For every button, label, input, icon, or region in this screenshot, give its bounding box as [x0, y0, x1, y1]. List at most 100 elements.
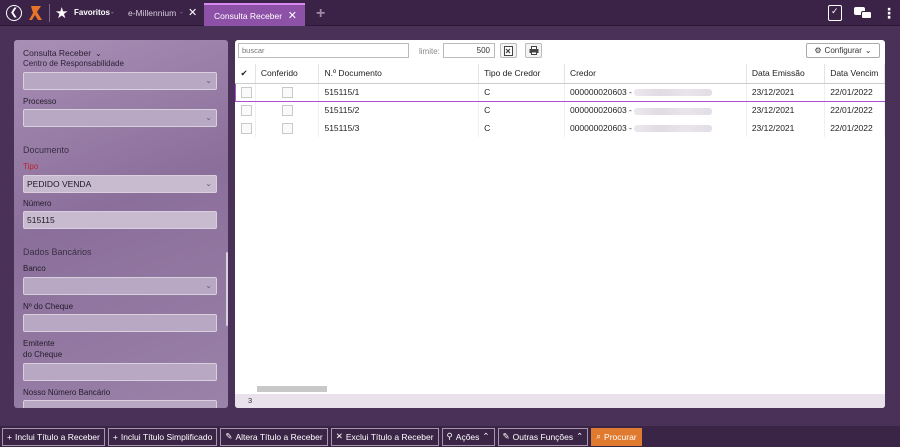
header-data-vencimento[interactable]: Data Vencim: [824, 64, 885, 84]
tipo-credor-cell: C: [478, 82, 565, 102]
cheque-input[interactable]: [23, 314, 217, 332]
export-excel-button[interactable]: [500, 43, 517, 58]
procurar-button[interactable]: ⌕ Procurar: [591, 427, 642, 446]
tipo-select[interactable]: PEDIDO VENDA ⌄: [23, 175, 217, 193]
centro-label: Centro de Responsabilidade: [23, 59, 124, 68]
gear-icon: ⚙: [814, 46, 822, 55]
back-icon[interactable]: ❮: [6, 5, 22, 21]
edit-icon: ✎: [225, 431, 233, 441]
documento-cell: 515115/1: [318, 82, 480, 102]
tipo-value: PEDIDO VENDA: [27, 179, 92, 189]
filter-panel-scrollbar[interactable]: [226, 252, 228, 326]
row-select[interactable]: [235, 101, 256, 119]
star-icon[interactable]: ★: [55, 4, 68, 22]
tab-e-millennium[interactable]: e-Millennium: [128, 8, 176, 18]
emitente-input[interactable]: [23, 363, 217, 381]
credor-cell: 000000020603 -: [564, 82, 747, 102]
clipboard-check-icon[interactable]: [828, 5, 842, 21]
processo-select[interactable]: ⌄: [23, 109, 217, 127]
configure-label: Configurar: [824, 46, 862, 55]
header-credor[interactable]: Credor: [564, 64, 747, 84]
acoes-button[interactable]: ⚲ Ações ⌃: [441, 427, 495, 446]
horizontal-scrollbar[interactable]: [257, 386, 327, 392]
favorites-separator: -: [111, 8, 114, 17]
top-bar: ❮ ★ Favoritos - e-Millennium - ✕ Consult…: [0, 0, 900, 26]
tab-separator: -: [180, 8, 183, 17]
row-checkbox[interactable]: [241, 86, 252, 98]
chevron-up-icon: ⌃: [576, 431, 584, 441]
redacted-name: [634, 89, 713, 97]
plus-icon: +: [7, 431, 12, 442]
filter-panel: Consulta Receber ⌄ Centro de Responsabili…: [14, 40, 228, 408]
close-tab-e-millennium-icon[interactable]: ✕: [188, 6, 197, 19]
chevron-down-icon: ⌄: [864, 46, 872, 55]
conferido-cell[interactable]: [255, 101, 320, 119]
conferido-cell[interactable]: [255, 119, 320, 137]
table-row[interactable]: 515115/3 C 000000020603 - 23/12/2021 22/…: [235, 119, 885, 137]
centro-select[interactable]: ⌄: [23, 72, 217, 90]
row-select[interactable]: [235, 119, 256, 137]
data-emissao-cell: 23/12/2021: [746, 82, 826, 102]
documento-section-title: Documento: [23, 145, 70, 155]
row-checkbox[interactable]: [240, 104, 252, 116]
panel-title[interactable]: Consulta Receber ⌄: [23, 48, 102, 58]
pin-icon: ⚲: [446, 431, 453, 441]
banco-select[interactable]: ⌄: [23, 277, 217, 295]
search-input[interactable]: [238, 43, 409, 58]
limit-input[interactable]: [443, 43, 495, 58]
chat-icon[interactable]: [854, 7, 872, 19]
table-header-row: ✔ Conferido N.º Documento Tipo de Credor…: [235, 64, 885, 84]
tipo-credor-cell: C: [478, 119, 565, 137]
table-row[interactable]: 515115/1 C 000000020603 - 23/12/2021 22/…: [235, 82, 885, 102]
limit-label: limite:: [419, 47, 440, 56]
exclui-titulo-button[interactable]: ✕ Exclui Título a Receber: [330, 427, 439, 446]
conferido-cell[interactable]: [255, 82, 320, 102]
nosso-numero-label: Nosso Número Bancário: [23, 388, 111, 397]
cheque-label: Nº do Cheque: [23, 302, 74, 311]
header-conferido[interactable]: Conferido: [255, 64, 320, 84]
conferido-checkbox[interactable]: [281, 122, 293, 134]
action-bar: + Inclui Título a Receber + Inclui Título …: [0, 426, 900, 447]
print-icon: [529, 46, 538, 55]
select-all-header[interactable]: ✔: [235, 64, 256, 84]
results-panel: limite: ⚙ Configurar ⌄ ✔ Conferido N.º D…: [235, 40, 885, 408]
altera-titulo-button[interactable]: ✎ Altera Título a Receber: [220, 427, 328, 446]
credor-cell: 000000020603 -: [564, 101, 747, 119]
outras-funcoes-button[interactable]: ✎ Outras Funções ⌃: [497, 427, 589, 446]
emitente-label-2: do Cheque: [23, 350, 63, 359]
conferido-checkbox[interactable]: [281, 104, 293, 116]
nosso-numero-input[interactable]: [23, 400, 217, 408]
configure-button[interactable]: ⚙ Configurar ⌄: [806, 43, 880, 58]
conferido-checkbox[interactable]: [281, 86, 293, 98]
close-tab-consulta-receber-icon[interactable]: ✕: [288, 9, 297, 22]
chevron-down-icon: ⌄: [95, 49, 102, 58]
data-vencimento-cell: 22/01/2022: [824, 101, 885, 119]
emitente-label: Emitente: [23, 339, 55, 348]
print-button[interactable]: [525, 43, 542, 58]
numero-input[interactable]: 515115: [23, 211, 217, 229]
header-documento[interactable]: N.º Documento: [318, 64, 480, 84]
header-tipo-credor[interactable]: Tipo de Credor: [478, 64, 565, 84]
numero-value: 515115: [27, 215, 55, 225]
header-data-emissao[interactable]: Data Emissão: [746, 64, 826, 84]
external-edit-icon: ✎: [502, 431, 510, 441]
excel-icon: [504, 45, 513, 56]
documento-cell: 515115/3: [318, 119, 480, 137]
chevron-down-icon: ⌄: [205, 113, 212, 122]
add-tab-icon[interactable]: +: [316, 5, 325, 23]
tab-consulta-receber[interactable]: Consulta Receber ✕: [204, 3, 305, 26]
inclui-simplificado-button[interactable]: + Inclui Título Simplificado: [107, 427, 218, 446]
favorites-menu[interactable]: Favoritos: [74, 8, 110, 17]
inclui-titulo-button[interactable]: + Inclui Título a Receber: [2, 427, 105, 446]
row-select[interactable]: [235, 82, 256, 102]
tipo-credor-cell: C: [478, 101, 565, 119]
row-checkbox[interactable]: [240, 122, 252, 134]
table-row[interactable]: 515115/2 C 000000020603 - 23/12/2021 22/…: [235, 101, 885, 119]
close-icon: ✕: [335, 431, 343, 441]
grid-toolbar: limite: ⚙ Configurar ⌄: [235, 40, 885, 64]
app-logo-icon: [29, 6, 42, 20]
results-table: ✔ Conferido N.º Documento Tipo de Credor…: [235, 64, 885, 137]
more-vert-icon[interactable]: ⋮: [882, 6, 896, 20]
redacted-name: [634, 125, 713, 133]
data-emissao-cell: 23/12/2021: [746, 119, 826, 137]
